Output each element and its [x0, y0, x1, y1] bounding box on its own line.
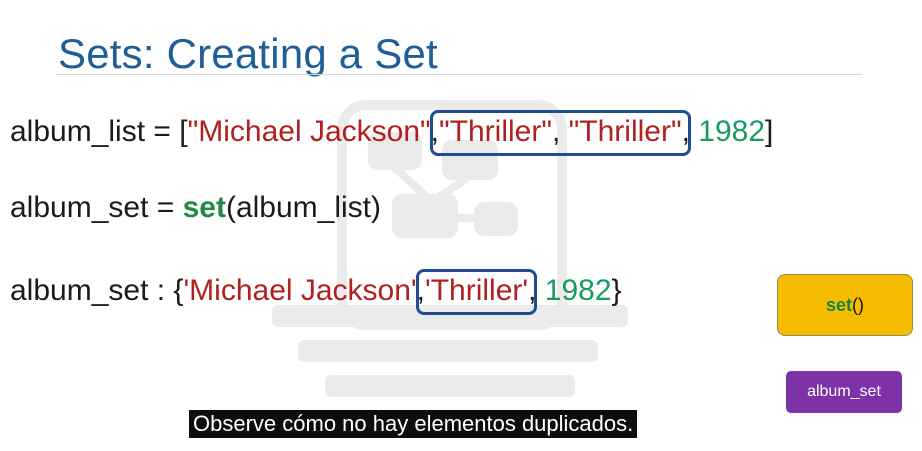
album-set-button-label: album_set	[807, 383, 881, 400]
set-close-brace: }	[611, 274, 622, 307]
album-list-prefix: album_list = [	[10, 115, 188, 148]
year-number: 1982	[689, 115, 766, 148]
album-set-result-prefix: album_set : {	[10, 274, 184, 307]
album-set-prefix: album_set =	[10, 191, 183, 224]
set-function-label: set	[825, 294, 852, 315]
year-number: 1982	[536, 274, 612, 307]
michael-jackson-string: 'Michael Jackson'	[183, 274, 417, 307]
video-subtitle-text: Observe cómo no hay elementos duplicados…	[193, 411, 634, 436]
set-call-args: (album_list)	[225, 191, 382, 224]
michael-jackson-string: "Michael Jackson"	[187, 115, 431, 148]
comma: ,	[681, 115, 690, 148]
duplicate-thriller-highlight: "Thriller", "Thriller"	[430, 110, 691, 156]
set-function-button[interactable]: set()	[777, 274, 913, 336]
thriller-string: "Thriller"	[439, 115, 552, 148]
comma: ,	[551, 115, 569, 148]
album-list-line: album_list = ["Michael Jackson","Thrille…	[10, 110, 774, 156]
thriller-string: 'Thriller'	[425, 274, 529, 307]
list-close-bracket: ]	[765, 115, 774, 148]
unique-thriller-highlight: 'Thriller'	[416, 269, 538, 315]
album-set-assignment-line: album_set = set(album_list)	[10, 193, 381, 223]
video-subtitle: Observe cómo no hay elementos duplicados…	[189, 410, 638, 438]
album-set-button[interactable]: album_set	[786, 371, 902, 413]
title-underline	[56, 74, 862, 75]
set-keyword: set	[182, 191, 226, 224]
thriller-string-duplicate: "Thriller"	[568, 115, 682, 148]
slide-title: Sets: Creating a Set	[58, 30, 438, 77]
album-set-result-line: album_set : {'Michael Jackson', 'Thrille…	[10, 269, 622, 315]
set-function-parens: ()	[852, 294, 864, 315]
